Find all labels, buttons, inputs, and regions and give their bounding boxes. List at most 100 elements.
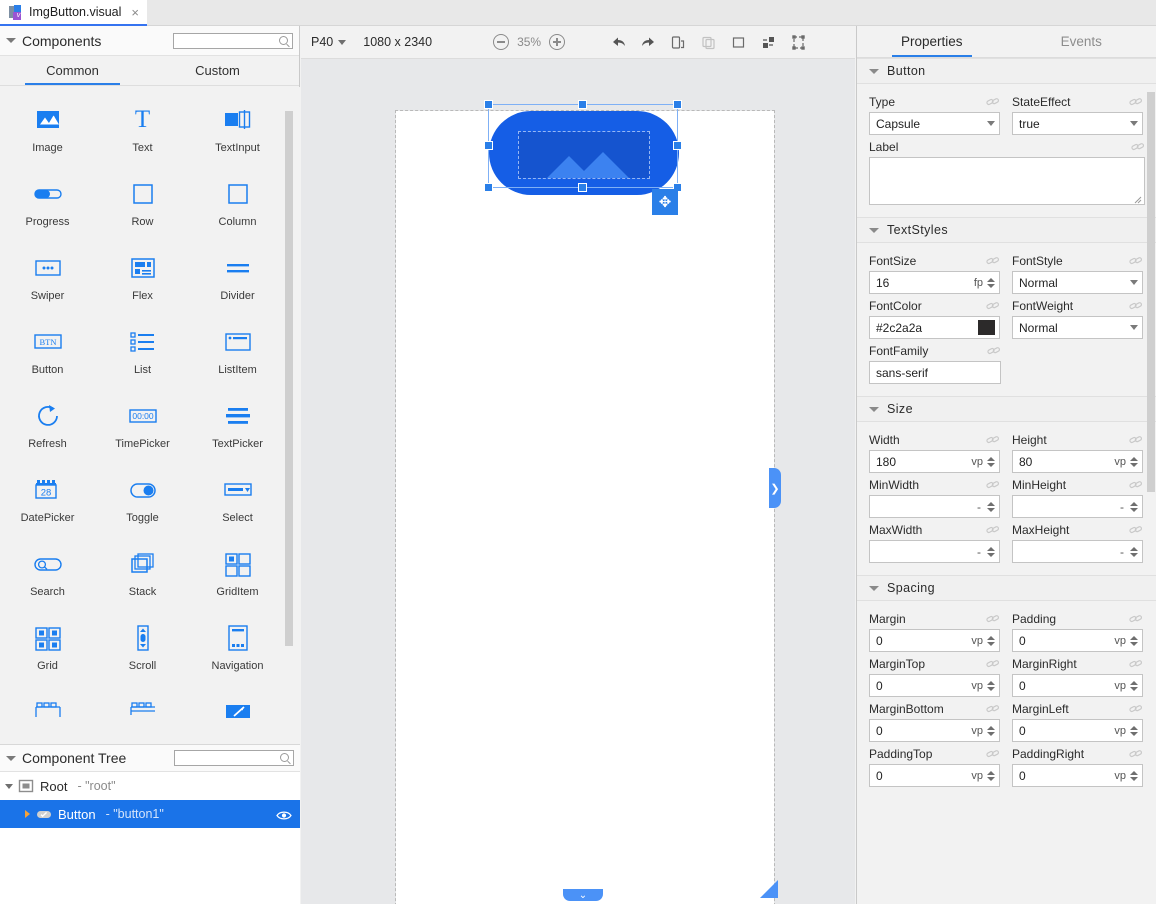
palette-item-textinput[interactable]: TextInput [190,97,285,171]
link-icon[interactable] [986,479,1000,491]
link-icon[interactable] [1129,300,1143,312]
chevron-down-icon[interactable] [869,585,879,591]
property-number-input[interactable]: - [1012,495,1143,518]
zoom-in-icon[interactable] [549,34,566,50]
chevron-down-icon[interactable] [6,755,16,761]
palette-item-image[interactable]: Image [0,97,95,171]
spinner-arrows[interactable] [986,635,995,646]
link-icon[interactable] [986,613,1000,625]
palette-item-divider[interactable]: Divider [190,245,285,319]
property-select[interactable]: Normal [1012,271,1143,294]
palette-item-datepicker[interactable]: 28 DatePicker [0,467,95,541]
properties-body[interactable]: Button Type Capsule StateEffect true Label Tex… [857,58,1156,904]
property-number-input[interactable]: 0 vp [869,719,1000,742]
property-select[interactable]: true [1012,112,1143,135]
tab-custom[interactable]: Custom [145,56,290,85]
property-number-input[interactable]: 0 vp [1012,764,1143,787]
property-number-input[interactable]: 0 vp [869,764,1000,787]
chevron-down-icon[interactable] [338,39,347,45]
property-number-input[interactable]: 180 vp [869,450,1000,473]
editor-tab-imgbutton[interactable]: v ImgButton.visual × [0,0,148,26]
link-icon[interactable] [1129,96,1143,108]
palette-scrollbar[interactable] [285,111,293,646]
tree-row-button[interactable]: Button - "button1" [0,800,300,828]
section-header-textstyles[interactable]: TextStyles [857,217,1156,243]
link-icon[interactable] [1129,434,1143,446]
property-number-input[interactable]: 0 vp [1012,674,1143,697]
bottom-drawer-toggle[interactable]: ⌄ [563,889,603,901]
spinner-arrows[interactable] [986,456,995,467]
property-number-input[interactable]: 0 vp [1012,629,1143,652]
chevron-down-icon[interactable] [869,68,879,74]
chevron-down-icon[interactable] [1130,280,1138,285]
move-handle-badge[interactable]: ✥ [652,189,678,215]
tab-properties[interactable]: Properties [857,26,1007,57]
tab-events[interactable]: Events [1007,26,1156,57]
property-number-input[interactable]: 0 vp [1012,719,1143,742]
property-select[interactable]: Normal [1012,316,1143,339]
canvas-button-component[interactable] [489,111,679,195]
palette-item-timepicker[interactable]: 00:00 TimePicker [95,393,190,467]
property-number-input[interactable]: 80 vp [1012,450,1143,473]
palette-item-button[interactable]: BTN Button [0,319,95,393]
palette-item-stack[interactable]: Stack [95,541,190,615]
property-number-input[interactable]: 16 fp [869,271,1000,294]
component-tree-search-input[interactable] [174,750,294,766]
chevron-down-icon[interactable] [1130,325,1138,330]
palette-item-search[interactable]: Search [0,541,95,615]
chevron-down-icon[interactable] [987,121,995,126]
palette-item-swiper[interactable]: Swiper [0,245,95,319]
spinner-arrows[interactable] [986,725,995,736]
link-icon[interactable] [986,255,1000,267]
palette-item-toggle[interactable]: Toggle [95,467,190,541]
spinner-arrows[interactable] [986,680,995,691]
property-color-input[interactable]: #2c2a2a [869,316,1000,339]
properties-scrollbar[interactable] [1147,92,1155,492]
link-icon[interactable] [1129,703,1143,715]
palette-item-progress[interactable]: Progress [0,171,95,245]
tab-common[interactable]: Common [0,56,145,85]
right-drawer-toggle[interactable]: ❯ [769,468,781,508]
link-icon[interactable] [986,524,1000,536]
link-icon[interactable] [986,300,1000,312]
link-icon[interactable] [1131,141,1145,153]
resize-grip-icon[interactable] [1133,193,1142,204]
section-header-button[interactable]: Button [857,58,1156,84]
components-search-input[interactable] [173,32,293,49]
link-icon[interactable] [1129,524,1143,536]
link-icon[interactable] [986,703,1000,715]
link-icon[interactable] [986,658,1000,670]
property-text-input[interactable]: sans-serif [869,361,1001,384]
spinner-arrows[interactable] [1129,770,1138,781]
spinner-arrows[interactable] [986,770,995,781]
palette-item-row[interactable]: Row [95,171,190,245]
palette-item-list[interactable]: List [95,319,190,393]
chevron-down-icon[interactable] [869,227,879,233]
link-icon[interactable] [1129,479,1143,491]
link-icon[interactable] [1129,613,1143,625]
palette-item-canvas[interactable] [190,689,285,744]
link-icon[interactable] [1129,658,1143,670]
device-preview-icon[interactable] [670,34,687,51]
palette-item-flex[interactable]: Flex [95,245,190,319]
property-number-input[interactable]: 0 vp [869,629,1000,652]
color-swatch[interactable] [978,320,995,335]
link-icon[interactable] [986,748,1000,760]
link-icon[interactable] [986,96,1000,108]
section-header-size[interactable]: Size [857,396,1156,422]
visibility-eye-icon[interactable] [276,809,292,820]
section-header-spacing[interactable]: Spacing [857,575,1156,601]
link-icon[interactable] [1129,748,1143,760]
palette-item-scroll[interactable]: Scroll [95,615,190,689]
component-palette[interactable]: Image T Text TextInput Progress Row Column Swip… [0,87,300,744]
palette-item-refresh[interactable]: Refresh [0,393,95,467]
palette-item-text[interactable]: T Text [95,97,190,171]
palette-item-grid[interactable]: Grid [0,615,95,689]
spinner-arrows[interactable] [1129,501,1138,512]
palette-item-griditem[interactable]: GridItem [190,541,285,615]
property-number-input[interactable]: - [869,540,1000,563]
spinner-arrows[interactable] [1129,635,1138,646]
spinner-arrows[interactable] [1129,680,1138,691]
expander[interactable] [0,783,18,789]
tree-row-root[interactable]: Root - "root" [0,772,300,800]
